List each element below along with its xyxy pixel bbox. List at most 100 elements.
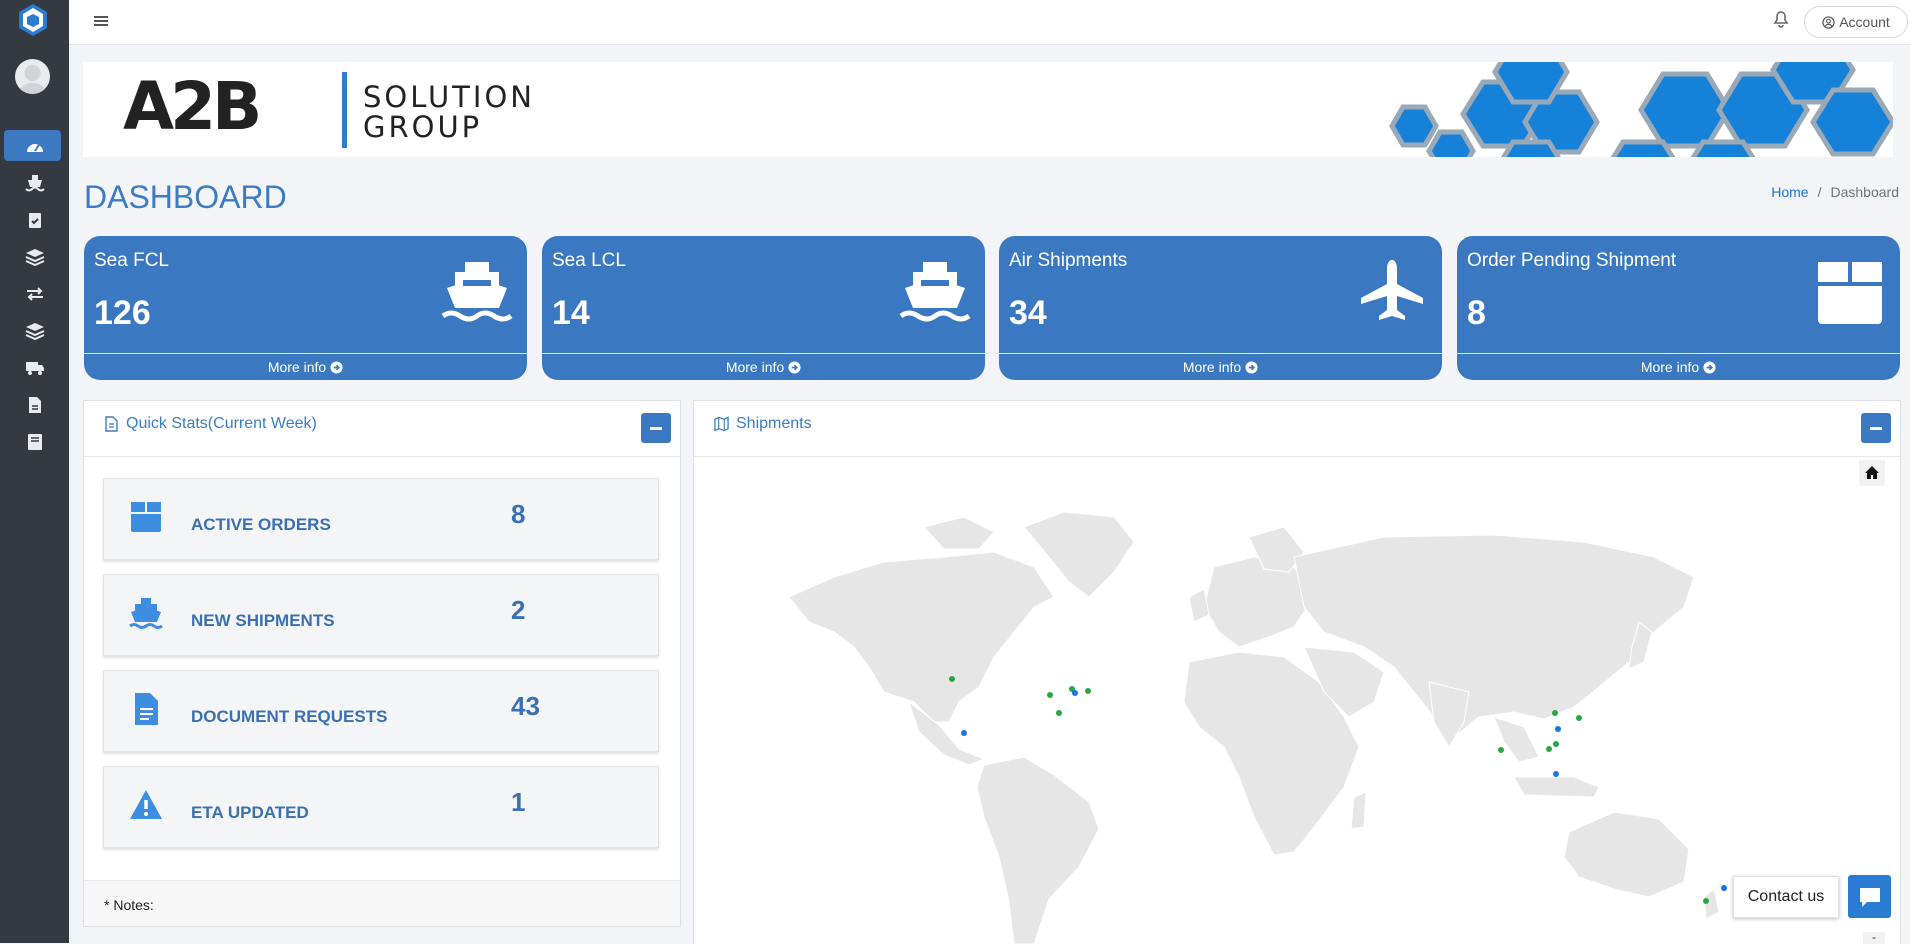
stat-label: DOCUMENT REQUESTS [191, 707, 388, 726]
quick-stats-title-text: Quick Stats(Current Week) [126, 415, 317, 432]
more-info-label: More info [725, 359, 785, 375]
map-zoom-out-button[interactable]: - [1863, 931, 1885, 944]
shipments-title-text: Shipments [736, 415, 812, 432]
sidebar-item-trucking[interactable] [0, 349, 69, 386]
chat-button[interactable] [1848, 875, 1891, 918]
ship-icon [441, 262, 513, 322]
more-info-label: More info [267, 359, 327, 375]
bell-icon[interactable] [1773, 10, 1789, 28]
file-icon [105, 416, 118, 432]
sidebar-item-orders[interactable] [0, 201, 69, 238]
shipment-marker-green[interactable] [1498, 747, 1504, 753]
box-value: 8 [1467, 294, 1486, 332]
sidebar-item-dashboard[interactable] [0, 127, 69, 164]
chat-bubble-icon [1859, 887, 1880, 907]
gauge-icon [26, 143, 43, 152]
arrow-circle-right-icon [1245, 360, 1258, 374]
book-icon [27, 433, 42, 450]
map-icon [714, 416, 729, 432]
shipment-marker-green[interactable] [1047, 692, 1053, 698]
more-info-link[interactable]: More info [542, 353, 985, 380]
more-info-link[interactable]: More info [1457, 353, 1900, 380]
account-label: Account [1839, 14, 1890, 30]
contact-us-label[interactable]: Contact us [1733, 876, 1839, 918]
more-info-link[interactable]: More info [84, 353, 527, 380]
notes-footer: * Notes: [84, 880, 680, 926]
arrow-circle-right-icon [1703, 360, 1716, 374]
arrow-circle-right-icon [788, 360, 801, 374]
breadcrumb-separator: / [1817, 184, 1822, 200]
brand-subtitle: SOLUTION GROUP [363, 82, 535, 142]
ship-icon [129, 598, 163, 629]
breadcrumb-home-link[interactable]: Home [1771, 184, 1808, 200]
plane-icon [1361, 260, 1423, 320]
brand-logo-text: A2B [123, 68, 262, 145]
map-home-button[interactable] [1859, 460, 1885, 486]
box-value: 126 [94, 294, 151, 332]
box-label: Sea LCL [552, 250, 626, 271]
order-pending-shipment-box: Order Pending Shipment 8 More info [1457, 236, 1900, 380]
stat-row-active-orders: ACTIVE ORDERS 8 [103, 478, 659, 560]
stat-value: 2 [511, 595, 526, 625]
page-title: DASHBOARD [84, 179, 287, 215]
shipment-marker-green[interactable] [1553, 741, 1559, 747]
shipment-marker-blue[interactable] [961, 730, 967, 736]
sidebar-item-layers[interactable] [0, 238, 69, 275]
shipment-marker-green[interactable] [1056, 710, 1062, 716]
sidebar-item-layers-2[interactable] [0, 312, 69, 349]
shipments-map-card: Shipments - [693, 400, 1901, 944]
box-value: 34 [1009, 294, 1047, 332]
quick-stats-title: Quick Stats(Current Week) [104, 415, 317, 433]
shipment-marker-green[interactable] [1703, 898, 1709, 904]
sidebar-item-documents[interactable] [0, 386, 69, 423]
sidebar-item-transfers[interactable] [0, 275, 69, 312]
clipboard-check-icon [28, 212, 41, 228]
notes-text: * Notes: [104, 897, 154, 913]
shipment-marker-green[interactable] [1552, 710, 1558, 716]
more-info-link[interactable]: More info [999, 353, 1442, 380]
app-logo-icon[interactable] [17, 2, 49, 38]
stat-value: 8 [511, 499, 526, 529]
collapse-button[interactable] [1861, 413, 1891, 443]
sidebar [0, 0, 69, 943]
quick-stats-header: Quick Stats(Current Week) [84, 401, 680, 457]
shipment-marker-blue[interactable] [1072, 690, 1078, 696]
account-button[interactable]: Account [1804, 6, 1908, 38]
home-icon [1865, 466, 1879, 479]
shipments-header: Shipments [694, 401, 1900, 457]
box-icon [131, 502, 161, 532]
shipment-marker-green[interactable] [949, 676, 955, 682]
shipment-marker-green[interactable] [1085, 688, 1091, 694]
breadcrumb: Home / Dashboard [1771, 184, 1899, 200]
sidebar-item-sea-shipments[interactable] [0, 164, 69, 201]
box-icon [1818, 262, 1882, 324]
world-map[interactable] [694, 457, 1900, 944]
company-banner: A2B SOLUTION GROUP [83, 62, 1893, 157]
stat-label: ETA UPDATED [191, 803, 309, 822]
shipment-marker-green[interactable] [1546, 746, 1552, 752]
sidebar-item-reports[interactable] [0, 423, 69, 460]
shipment-marker-blue[interactable] [1553, 771, 1559, 777]
more-info-label: More info [1182, 359, 1242, 375]
hamburger-menu-icon[interactable] [91, 11, 111, 31]
user-circle-icon [1822, 15, 1835, 29]
collapse-button[interactable] [641, 413, 671, 443]
sidebar-nav [0, 127, 69, 460]
shipment-marker-blue[interactable] [1721, 885, 1727, 891]
shipment-marker-green[interactable] [1576, 715, 1582, 721]
shipments-title: Shipments [714, 415, 812, 433]
ship-icon [899, 262, 971, 322]
file-pdf-icon [28, 396, 41, 413]
hexagon-pattern-graphic [1389, 62, 1893, 157]
air-shipments-box: Air Shipments 34 More info [999, 236, 1442, 380]
minus-icon [1870, 426, 1882, 430]
sea-fcl-box: Sea FCL 126 More info [84, 236, 527, 380]
minus-icon [650, 426, 662, 430]
user-avatar[interactable] [15, 59, 50, 94]
shipment-marker-blue[interactable] [1555, 726, 1561, 732]
sea-lcl-box: Sea LCL 14 More info [542, 236, 985, 380]
breadcrumb-current: Dashboard [1830, 184, 1900, 200]
brand-divider [342, 72, 347, 148]
stat-row-new-shipments: NEW SHIPMENTS 2 [103, 574, 659, 656]
stat-label: NEW SHIPMENTS [191, 611, 335, 630]
